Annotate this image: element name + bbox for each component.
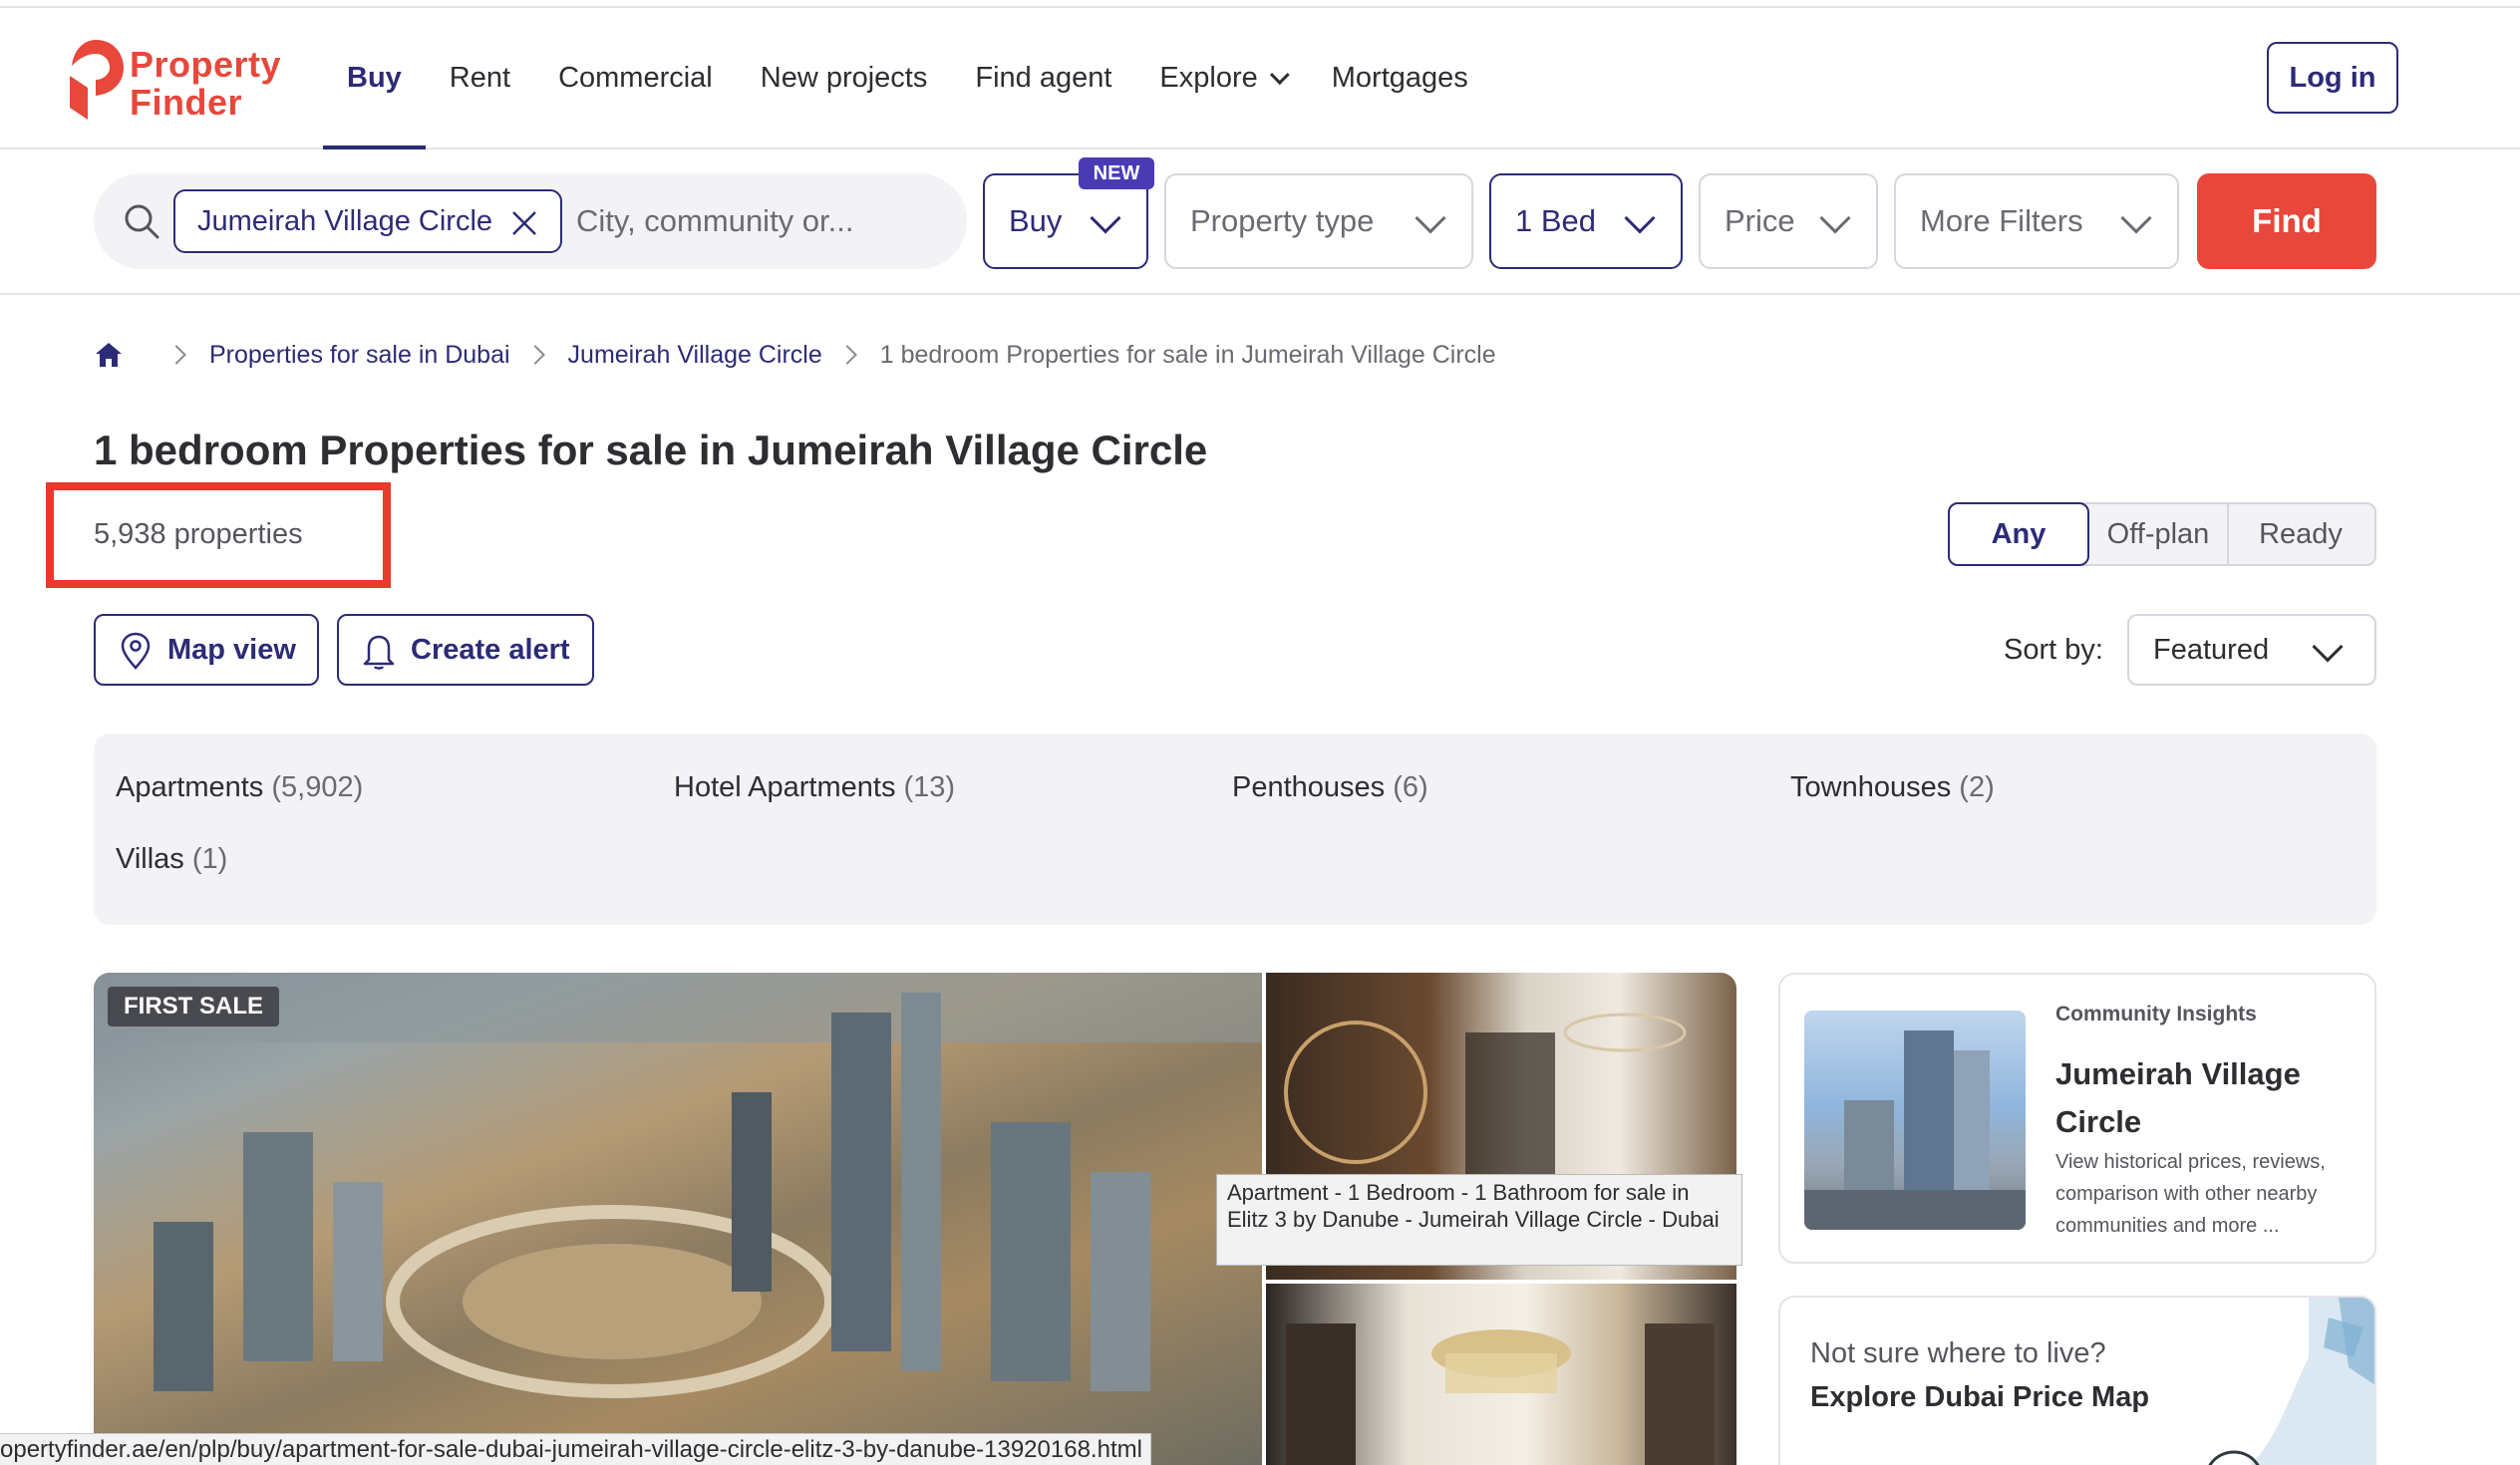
insights-kicker: Community Insights: [2055, 1003, 2257, 1026]
nav-buy[interactable]: Buy: [323, 8, 426, 149]
category-apartments[interactable]: Apartments (5,902): [116, 771, 363, 804]
price-filter[interactable]: Price: [1699, 173, 1878, 269]
category-label: Villas: [116, 843, 184, 875]
map-view-label: Map view: [167, 633, 296, 666]
chevron-down-icon: [1269, 65, 1290, 86]
buy-filter-label: Buy: [1009, 203, 1063, 238]
nav-explore-label: Explore: [1159, 61, 1258, 94]
category-count: (6): [1393, 771, 1428, 803]
logo-mark-icon: [70, 40, 124, 120]
property-finder-logo[interactable]: Property Finder: [66, 36, 285, 132]
first-sale-badge: FIRST SALE: [108, 987, 280, 1026]
create-alert-label: Create alert: [411, 633, 570, 666]
map-illustration: [2208, 1298, 2374, 1465]
chevron-down-icon: [1090, 202, 1121, 234]
completion-status-toggle: Any Off-plan Ready: [1948, 502, 2376, 566]
nav-rent[interactable]: Rent: [426, 8, 534, 147]
category-label: Hotel Apartments: [674, 771, 896, 803]
logo-word-2: Finder: [130, 82, 243, 123]
chevron-down-icon: [1415, 202, 1446, 234]
chevron-right-icon: [166, 345, 186, 365]
nav-commercial[interactable]: Commercial: [534, 8, 737, 147]
completion-any[interactable]: Any: [1948, 502, 2089, 566]
completion-ready[interactable]: Ready: [2229, 504, 2372, 564]
login-button[interactable]: Log in: [2267, 42, 2398, 114]
category-label: Apartments: [116, 771, 264, 803]
search-input[interactable]: [576, 189, 945, 253]
logo-text: Property Finder: [130, 46, 281, 122]
chevron-right-icon: [836, 345, 857, 365]
completion-offplan[interactable]: Off-plan: [2089, 504, 2229, 564]
sort-label: Sort by:: [2004, 634, 2103, 666]
aerial-city-illustration: [94, 973, 1262, 1398]
category-count: (2): [1959, 771, 1995, 803]
category-count: (5,902): [271, 771, 364, 803]
nav-new-projects[interactable]: New projects: [737, 8, 952, 147]
window-top-border: [0, 0, 2520, 8]
breadcrumb-jvc[interactable]: Jumeirah Village Circle: [568, 341, 822, 370]
chevron-down-icon: [1819, 202, 1851, 234]
category-label: Penthouses: [1232, 771, 1386, 803]
chandelier-illustration: [1286, 1323, 1715, 1465]
main-nav: Buy Rent Commercial New projects Find ag…: [323, 8, 1492, 149]
insights-description: View historical prices, reviews, compari…: [2055, 1151, 2326, 1237]
listing-photo-dining-room[interactable]: [1266, 1284, 1736, 1465]
category-label: Townhouses: [1790, 771, 1952, 803]
page-title: 1 bedroom Properties for sale in Jumeira…: [94, 427, 1208, 473]
search-bar: Jumeirah Village Circle NEW Buy Property…: [0, 149, 2520, 295]
price-map-card[interactable]: Not sure where to live? Explore Dubai Pr…: [1778, 1296, 2376, 1465]
sort-value: Featured: [2153, 633, 2270, 666]
listing-tooltip: Apartment - 1 Bedroom - 1 Bathroom for s…: [1216, 1174, 1742, 1266]
nav-find-agent[interactable]: Find agent: [951, 8, 1135, 147]
building-illustration: [1804, 1030, 2026, 1230]
site-header: Property Finder Buy Rent Commercial New …: [0, 8, 2520, 149]
more-filters[interactable]: More Filters: [1894, 173, 2179, 269]
find-button[interactable]: Find: [2197, 173, 2376, 269]
bed-filter-label: 1 Bed: [1515, 203, 1597, 238]
community-photo: [1804, 1011, 2026, 1230]
nav-explore[interactable]: Explore: [1135, 8, 1307, 147]
map-pin-icon: [121, 632, 151, 670]
category-villas[interactable]: Villas (1): [116, 843, 227, 876]
logo-word-1: Property: [130, 44, 282, 85]
location-chip[interactable]: Jumeirah Village Circle: [173, 189, 562, 253]
breadcrumb-current: 1 bedroom Properties for sale in Jumeira…: [879, 340, 1496, 369]
close-icon[interactable]: [510, 209, 538, 237]
new-badge: NEW: [1079, 157, 1154, 189]
location-chip-label: Jumeirah Village Circle: [197, 204, 493, 237]
chevron-right-icon: [524, 345, 545, 365]
chevron-down-icon: [1624, 202, 1656, 234]
listing-main-photo[interactable]: FIRST SALE: [94, 973, 1262, 1465]
price-map-question: Not sure where to live?: [1810, 1337, 2106, 1369]
property-type-label: Property type: [1190, 203, 1375, 238]
sort-dropdown[interactable]: Featured: [2127, 614, 2376, 686]
more-filters-label: More Filters: [1920, 203, 2083, 238]
breadcrumb: Properties for sale in Dubai Jumeirah Vi…: [94, 337, 1496, 373]
bell-icon: [363, 635, 395, 670]
property-count: 5,938 properties: [94, 518, 303, 550]
create-alert-button[interactable]: Create alert: [337, 614, 594, 686]
chevron-down-icon: [2312, 631, 2344, 663]
price-filter-label: Price: [1725, 203, 1795, 238]
location-search[interactable]: Jumeirah Village Circle: [94, 173, 967, 269]
map-view-button[interactable]: Map view: [94, 614, 319, 686]
breadcrumb-dubai[interactable]: Properties for sale in Dubai: [209, 341, 510, 370]
home-icon[interactable]: [94, 340, 124, 370]
category-penthouses[interactable]: Penthouses (6): [1232, 771, 1428, 804]
chevron-down-icon: [2120, 202, 2152, 234]
category-count: (1): [191, 843, 228, 875]
browser-status-url: opertyfinder.ae/en/plp/buy/apartment-for…: [0, 1433, 1151, 1465]
category-count: (13): [903, 771, 956, 803]
category-hotel-apartments[interactable]: Hotel Apartments (13): [674, 771, 955, 804]
property-type-categories: Apartments (5,902) Hotel Apartments (13)…: [94, 733, 2376, 925]
insights-title[interactable]: Jumeirah Village Circle: [2055, 1050, 2355, 1146]
community-insights-card[interactable]: Community Insights Jumeirah Village Circ…: [1778, 973, 2376, 1264]
bed-filter[interactable]: 1 Bed: [1489, 173, 1683, 269]
price-map-cta[interactable]: Explore Dubai Price Map: [1810, 1381, 2149, 1414]
property-type-filter[interactable]: Property type: [1164, 173, 1473, 269]
search-icon: [125, 204, 159, 239]
nav-mortgages[interactable]: Mortgages: [1308, 8, 1492, 147]
category-townhouses[interactable]: Townhouses (2): [1790, 771, 1995, 804]
